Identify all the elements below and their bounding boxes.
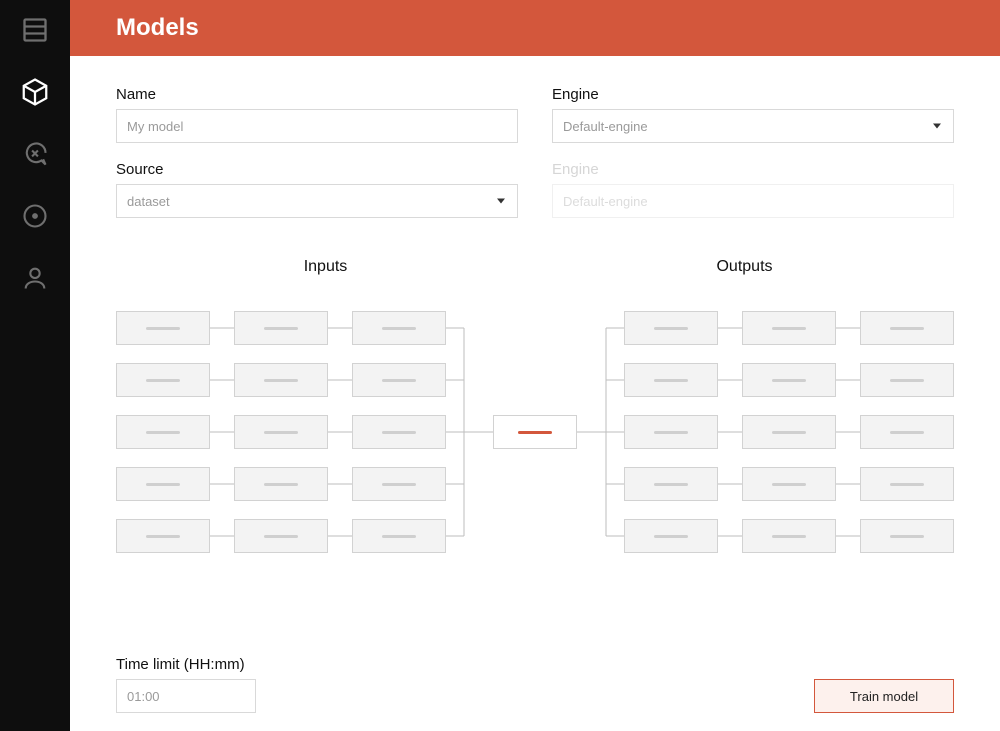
engine-label: Engine <box>552 86 954 103</box>
name-label: Name <box>116 86 518 103</box>
menu-icon[interactable] <box>19 14 51 46</box>
page-header: Models <box>70 0 1000 56</box>
user-icon[interactable] <box>19 262 51 294</box>
source-value: dataset <box>127 194 170 209</box>
name-input[interactable]: My model <box>116 109 518 143</box>
node-placeholder-dash <box>654 431 688 434</box>
node-placeholder-dash <box>264 431 298 434</box>
input-node[interactable] <box>116 519 210 553</box>
engine-value: Default-engine <box>563 119 648 134</box>
input-node[interactable] <box>352 363 446 397</box>
train-model-label: Train model <box>850 689 918 704</box>
outputs-title: Outputs <box>535 258 954 276</box>
chevron-down-icon <box>497 199 505 204</box>
node-placeholder-dash <box>382 379 416 382</box>
output-node[interactable] <box>742 311 836 345</box>
output-node[interactable] <box>742 363 836 397</box>
engine2-select: Default-engine <box>552 184 954 218</box>
time-limit-label: Time limit (HH:mm) <box>116 656 256 673</box>
output-node[interactable] <box>742 519 836 553</box>
sidebar <box>0 0 70 731</box>
node-placeholder-dash <box>654 379 688 382</box>
model-diagram <box>116 292 954 572</box>
engine2-value: Default-engine <box>563 194 648 209</box>
output-node[interactable] <box>742 415 836 449</box>
node-placeholder-dash <box>654 535 688 538</box>
node-placeholder-dash <box>772 431 806 434</box>
node-placeholder-dash <box>146 431 180 434</box>
output-node[interactable] <box>624 415 718 449</box>
node-placeholder-dash <box>890 431 924 434</box>
output-node[interactable] <box>860 415 954 449</box>
node-placeholder-dash <box>772 327 806 330</box>
input-node[interactable] <box>352 519 446 553</box>
node-placeholder-dash <box>772 535 806 538</box>
node-placeholder-dash <box>382 327 416 330</box>
node-placeholder-dash <box>772 379 806 382</box>
input-node[interactable] <box>352 311 446 345</box>
output-node[interactable] <box>860 519 954 553</box>
output-node[interactable] <box>624 311 718 345</box>
inputs-title: Inputs <box>116 258 535 276</box>
page-title: Models <box>116 14 199 42</box>
node-placeholder-dash <box>890 483 924 486</box>
node-placeholder-dash <box>382 431 416 434</box>
name-placeholder: My model <box>127 119 183 134</box>
node-placeholder-dash <box>890 327 924 330</box>
node-placeholder-dash <box>382 483 416 486</box>
node-placeholder-dash <box>146 483 180 486</box>
input-node[interactable] <box>234 311 328 345</box>
input-node[interactable] <box>116 363 210 397</box>
chevron-down-icon <box>933 124 941 129</box>
node-placeholder-dash <box>264 327 298 330</box>
output-node[interactable] <box>624 467 718 501</box>
node-placeholder-dash <box>772 483 806 486</box>
source-label: Source <box>116 161 518 178</box>
node-placeholder-dash <box>264 379 298 382</box>
chat-close-icon[interactable] <box>19 138 51 170</box>
node-placeholder-dash <box>146 327 180 330</box>
input-node[interactable] <box>116 467 210 501</box>
time-limit-placeholder: 01:00 <box>127 689 160 704</box>
input-node[interactable] <box>234 415 328 449</box>
input-node[interactable] <box>352 415 446 449</box>
node-placeholder-dash <box>146 379 180 382</box>
time-limit-input[interactable]: 01:00 <box>116 679 256 713</box>
target-icon[interactable] <box>19 200 51 232</box>
node-placeholder-dash <box>264 483 298 486</box>
output-node[interactable] <box>742 467 836 501</box>
output-node[interactable] <box>860 363 954 397</box>
train-model-button[interactable]: Train model <box>814 679 954 713</box>
output-node[interactable] <box>860 467 954 501</box>
node-placeholder-dash <box>146 535 180 538</box>
engine-select[interactable]: Default-engine <box>552 109 954 143</box>
node-placeholder-dash <box>518 431 552 434</box>
center-node[interactable] <box>493 415 577 449</box>
input-node[interactable] <box>352 467 446 501</box>
engine2-label: Engine <box>552 161 954 178</box>
output-node[interactable] <box>860 311 954 345</box>
output-node[interactable] <box>624 363 718 397</box>
cube-icon[interactable] <box>19 76 51 108</box>
node-placeholder-dash <box>890 379 924 382</box>
node-placeholder-dash <box>654 327 688 330</box>
input-node[interactable] <box>234 467 328 501</box>
input-node[interactable] <box>234 363 328 397</box>
node-placeholder-dash <box>382 535 416 538</box>
output-node[interactable] <box>624 519 718 553</box>
input-node[interactable] <box>234 519 328 553</box>
input-node[interactable] <box>116 311 210 345</box>
node-placeholder-dash <box>654 483 688 486</box>
node-placeholder-dash <box>264 535 298 538</box>
input-node[interactable] <box>116 415 210 449</box>
node-placeholder-dash <box>890 535 924 538</box>
source-select[interactable]: dataset <box>116 184 518 218</box>
